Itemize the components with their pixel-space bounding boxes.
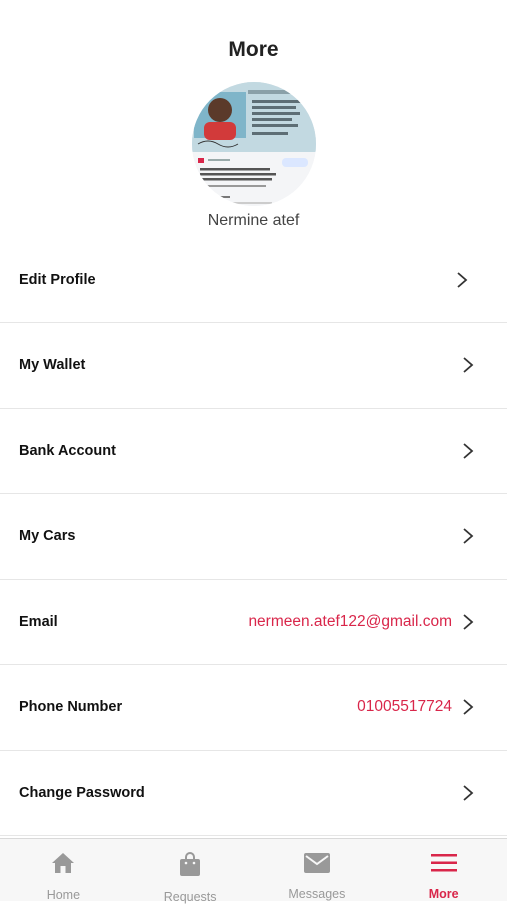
user-name: Nermine atef [207,212,300,229]
row-label: Phone Number [19,699,123,716]
chevron-right-icon [461,613,475,631]
envelope-icon [303,851,331,874]
row-label: Change Password [19,784,145,801]
change-password-row[interactable]: Change Password [0,751,507,836]
edit-profile-row[interactable]: Edit Profile [0,238,507,323]
my-cars-row[interactable]: My Cars [0,494,507,580]
chevron-right-icon [455,271,469,289]
chevron-right-icon [461,698,475,716]
email-value: nermeen.atef122@gmail.com [248,612,452,630]
chevron-right-icon [461,784,475,802]
tab-more[interactable]: More [380,839,507,901]
row-label: Edit Profile [19,272,96,288]
tab-messages[interactable]: Messages [254,839,381,901]
tab-label: Messages [288,887,346,901]
tab-home[interactable]: Home [0,839,127,902]
page-title: More [228,38,279,61]
row-label: Bank Account [19,442,116,459]
tab-label: More [428,887,459,901]
email-row[interactable]: Email nermeen.atef122@gmail.com [0,580,507,665]
shopping-bag-icon [176,851,204,877]
row-label: My Cars [19,528,76,545]
chevron-right-icon [461,442,475,460]
row-label: My Wallet [19,357,86,374]
home-icon [49,851,77,875]
profile-header: More Nermine atef [0,0,507,240]
phone-number-row[interactable]: Phone Number 01005517724 [0,665,507,751]
row-label: Email [19,613,58,630]
phone-value: 01005517724 [357,698,452,716]
settings-menu: Edit Profile My Wallet Bank Account My C… [0,238,507,836]
my-wallet-row[interactable]: My Wallet [0,323,507,409]
tab-bar: Home Requests Messages More [0,838,507,904]
chevron-right-icon [461,527,475,545]
bank-account-row[interactable]: Bank Account [0,409,507,494]
menu-icon [430,851,458,874]
tab-requests[interactable]: Requests [127,839,254,904]
tab-label: Requests [163,890,217,904]
avatar[interactable] [192,82,316,206]
avatar-image [192,82,316,206]
chevron-right-icon [461,356,475,374]
